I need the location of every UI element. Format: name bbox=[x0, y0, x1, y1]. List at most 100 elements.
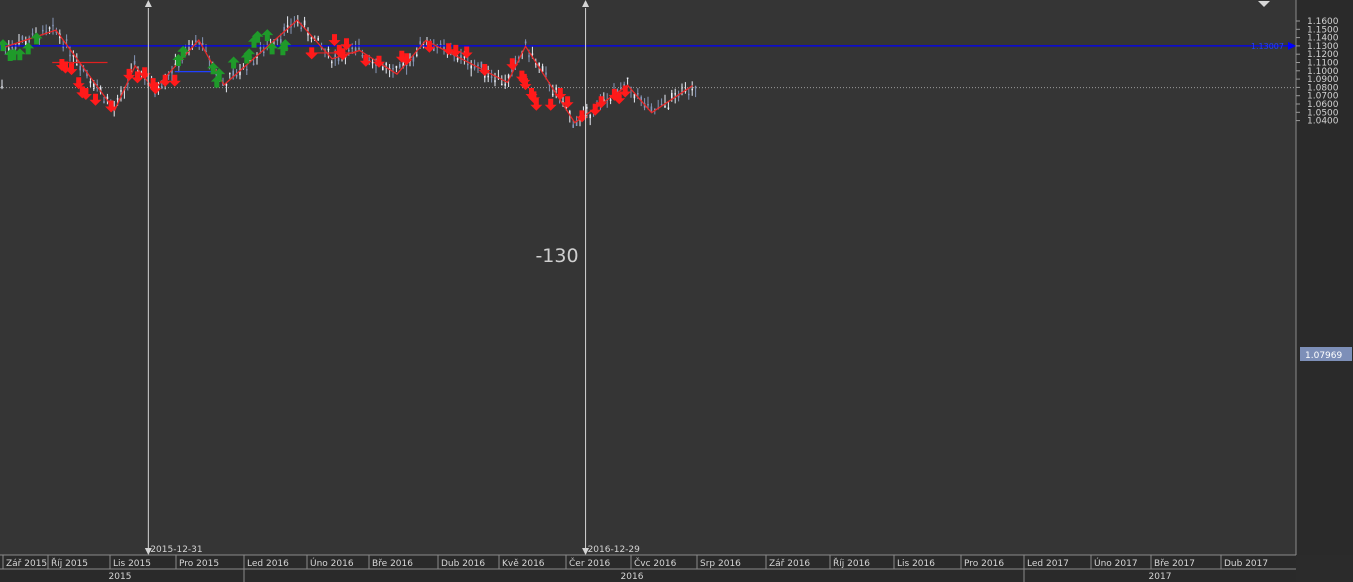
candle-body bbox=[263, 51, 265, 53]
candle-body bbox=[545, 72, 547, 75]
candle-body bbox=[42, 29, 44, 32]
x-tick-label: Bře 2016 bbox=[372, 559, 413, 569]
x-tick-label: Dub 2017 bbox=[1224, 559, 1268, 569]
x-tick-label: Čvc 2016 bbox=[634, 557, 677, 569]
x-tick-label: Led 2017 bbox=[1027, 559, 1069, 569]
plot-area bbox=[0, 0, 1296, 555]
candle-body bbox=[691, 88, 693, 91]
x-tick-label: Led 2016 bbox=[247, 559, 289, 569]
candle-body bbox=[399, 64, 401, 68]
x-tick-label: Pro 2016 bbox=[964, 559, 1004, 569]
x-tick-label: Zář 2015 bbox=[6, 559, 47, 569]
candle-body bbox=[647, 104, 649, 106]
year-label: 2017 bbox=[1149, 572, 1172, 582]
candle-body bbox=[48, 27, 51, 29]
price-chart: 1.13007 2015-12-31 2016-12-29 -130 1.1600… bbox=[0, 0, 1353, 582]
candle-body bbox=[11, 46, 13, 49]
candle-body bbox=[664, 105, 666, 108]
year-label: 2015 bbox=[109, 572, 132, 582]
candle-body bbox=[133, 60, 136, 65]
candle-body bbox=[477, 64, 479, 66]
candle-body bbox=[572, 124, 574, 128]
candle-body bbox=[348, 49, 350, 52]
candle-body bbox=[467, 63, 469, 66]
candle-body bbox=[671, 93, 673, 98]
date-marker-label: 2015-12-31 bbox=[150, 545, 202, 555]
candle-body bbox=[552, 93, 554, 96]
candle-body bbox=[487, 75, 489, 78]
candle-body bbox=[337, 58, 340, 62]
candle-body bbox=[286, 25, 289, 27]
candle-body bbox=[52, 24, 54, 27]
candle-body bbox=[514, 60, 517, 64]
candle-body bbox=[586, 106, 588, 109]
candle-body bbox=[351, 47, 353, 49]
candle-body bbox=[120, 90, 122, 92]
candle-body bbox=[65, 39, 68, 41]
candle-body bbox=[116, 98, 119, 100]
candle-body bbox=[637, 93, 639, 95]
candle-body bbox=[93, 84, 95, 89]
candle-body bbox=[688, 93, 690, 96]
candle-body bbox=[524, 41, 527, 44]
candle-body bbox=[456, 57, 459, 61]
candle-body bbox=[371, 61, 374, 64]
candle-body bbox=[21, 36, 24, 40]
candle-body bbox=[103, 101, 105, 103]
x-tick-label: Lis 2016 bbox=[897, 559, 935, 569]
candle-body bbox=[395, 65, 398, 69]
candle-body bbox=[79, 65, 81, 71]
candle-body bbox=[589, 114, 591, 119]
x-tick-label: Říj 2015 bbox=[51, 558, 88, 569]
candle-body bbox=[195, 40, 197, 42]
x-tick-label: Bře 2017 bbox=[1154, 559, 1195, 569]
candle-body bbox=[229, 72, 231, 75]
x-tick-label: Pro 2015 bbox=[179, 559, 219, 569]
candle-body bbox=[280, 39, 282, 43]
x-tick-label: Říj 2016 bbox=[833, 558, 870, 569]
candle-body bbox=[382, 66, 384, 71]
candle-body bbox=[412, 57, 415, 62]
candle-body bbox=[327, 48, 330, 51]
candle-body bbox=[473, 66, 476, 69]
candle-body bbox=[667, 107, 670, 109]
candle-body bbox=[538, 62, 540, 66]
candle-body bbox=[239, 71, 241, 76]
candle-body bbox=[507, 74, 510, 79]
candle-body bbox=[76, 64, 78, 66]
x-tick-label: Kvě 2016 bbox=[502, 559, 545, 569]
candle-body bbox=[650, 106, 653, 111]
candle-body bbox=[303, 20, 306, 26]
current-price-label: 1.07969 bbox=[1305, 351, 1342, 361]
candle-body bbox=[331, 61, 333, 64]
x-tick-label: Úno 2017 bbox=[1094, 557, 1138, 569]
candle-body bbox=[633, 94, 636, 99]
candle-body bbox=[528, 55, 530, 58]
candle-body bbox=[300, 27, 302, 29]
candle-body bbox=[317, 37, 319, 41]
candle-body bbox=[439, 43, 442, 46]
candle-body bbox=[609, 99, 612, 101]
candle-body bbox=[259, 47, 262, 50]
chart-annotation: -130 bbox=[535, 245, 578, 267]
candle-body bbox=[1, 86, 3, 88]
candle-body bbox=[252, 63, 255, 65]
candle-body bbox=[480, 61, 483, 67]
candle-body bbox=[674, 93, 676, 95]
candle-body bbox=[626, 77, 629, 79]
candle-body bbox=[623, 83, 625, 86]
candle-body bbox=[31, 33, 34, 35]
candle-body bbox=[69, 54, 71, 57]
x-tick-label: Srp 2016 bbox=[700, 559, 741, 569]
candle-body bbox=[385, 63, 387, 65]
candle-body bbox=[490, 76, 493, 78]
candle-body bbox=[354, 47, 357, 52]
x-tick-label: Zář 2016 bbox=[769, 559, 810, 569]
horizontal-level-label: 1.13007 bbox=[1251, 42, 1284, 51]
candle-body bbox=[494, 80, 496, 83]
candle-body bbox=[416, 54, 418, 56]
candle-body bbox=[531, 53, 534, 55]
candle-body bbox=[246, 69, 248, 71]
candle-body bbox=[361, 55, 364, 57]
x-tick-label: Úno 2016 bbox=[310, 557, 354, 569]
